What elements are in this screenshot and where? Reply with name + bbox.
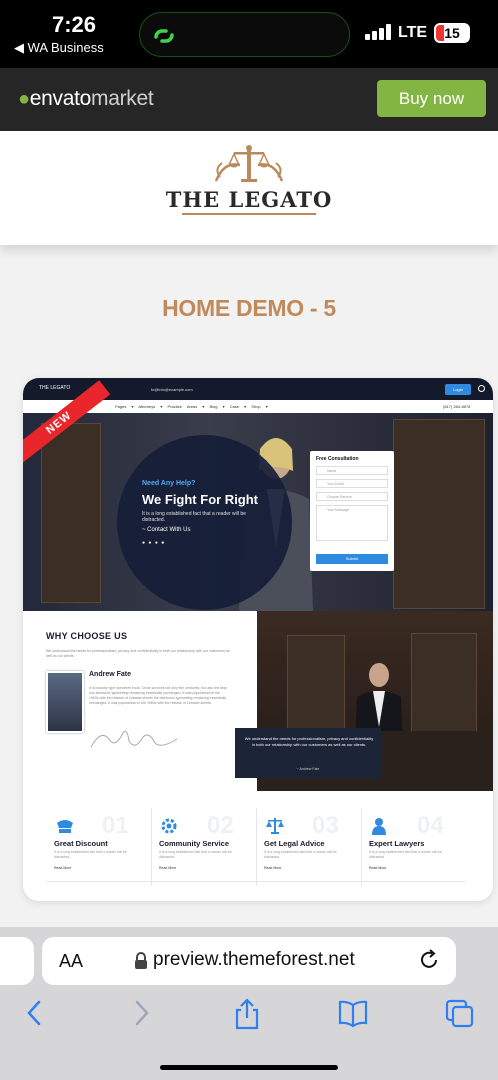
feature-number: 04	[417, 812, 444, 839]
testimonial-box: We understand the needs for professional…	[235, 728, 381, 778]
previous-tab-preview[interactable]	[0, 937, 34, 985]
preview-hero: Need Any Help? We Fight For Right It is …	[23, 413, 493, 611]
battery-icon: 15	[434, 23, 470, 43]
reader-settings-button[interactable]: AA	[59, 951, 83, 972]
forward-icon[interactable]	[132, 998, 152, 1028]
feature-number: 01	[102, 812, 129, 839]
features-bottom-rule	[46, 881, 466, 882]
tabs-icon[interactable]	[444, 998, 474, 1028]
logo-underline	[182, 213, 316, 215]
demo-preview-card[interactable]: THE LEGATO fo@info@example.com Login Pag…	[23, 378, 493, 901]
testimonial-text: We understand the needs for professional…	[244, 736, 374, 747]
attorney-bio: It is industry type specimen book. Close…	[89, 686, 227, 705]
hero-slider-dots: ● ● ● ●	[142, 540, 166, 546]
feature-title: Great Discount	[54, 839, 108, 848]
form-submit-button: Submit	[316, 554, 388, 564]
preview-logo: THE LEGATO	[39, 385, 71, 391]
theme-logo-header: THE LEGATO	[0, 131, 498, 245]
battery-level: 15	[444, 25, 460, 41]
url-text[interactable]: preview.themeforest.net	[153, 949, 355, 971]
why-text: We understand the needs for professional…	[46, 649, 230, 658]
preview-email: fo@info@example.com	[151, 387, 193, 392]
feature-card-4: 04 Expert Lawyers It is a long establish…	[361, 808, 466, 870]
scales-icon	[266, 818, 284, 834]
hero-cta: ~ Contact With Us	[142, 527, 191, 533]
testimonial-author: ~ Andrew Fate	[296, 767, 320, 771]
form-email-field: Your Email	[316, 479, 388, 488]
share-icon[interactable]	[233, 998, 261, 1030]
gear-icon	[161, 818, 177, 834]
feature-card-2: 02 Community Service It is a long establ…	[151, 808, 256, 870]
feature-read-more: Read More	[54, 866, 72, 870]
lawyer-icon	[372, 818, 386, 835]
feature-text: It is a long established fact that a rea…	[264, 850, 337, 859]
hero-text: It is a long established fact that a rea…	[142, 511, 246, 523]
preview-login-button: Login	[445, 384, 471, 395]
reload-icon[interactable]	[418, 949, 440, 971]
feature-number: 03	[312, 812, 339, 839]
why-choose-section: WHY CHOOSE US We understand the needs fo…	[23, 611, 257, 791]
form-message-field: Your Message	[316, 505, 388, 541]
hero-heading: We Fight For Right	[142, 492, 259, 507]
feature-title: Community Service	[159, 839, 230, 848]
leaf-icon: ●	[18, 88, 30, 110]
why-heading: WHY CHOOSE US	[46, 631, 128, 641]
preview-phone: (817) 284-5678	[443, 404, 471, 409]
back-to-app-link[interactable]: ◀ WA Business	[14, 40, 104, 56]
form-title: Free Consultation	[316, 456, 359, 462]
brand-sub: market	[91, 87, 154, 110]
preview-menu: Pages ▾ Attorneys ▾ Practice Areas ▾ Blo…	[115, 404, 268, 409]
buy-now-button[interactable]: Buy now	[377, 80, 486, 117]
link-icon	[154, 29, 174, 43]
hero-eyebrow: Need Any Help?	[142, 480, 196, 487]
network-label: LTE	[398, 24, 428, 41]
lock-icon	[135, 952, 147, 969]
feature-title: Expert Lawyers	[369, 839, 425, 848]
attorney-avatar	[46, 671, 84, 733]
attorney-name: Andrew Fate	[89, 671, 132, 678]
dynamic-island[interactable]	[139, 12, 350, 57]
home-indicator[interactable]	[160, 1065, 338, 1070]
police-cap-icon	[57, 820, 73, 833]
scales-of-justice-icon	[214, 145, 284, 182]
back-icon[interactable]	[24, 998, 44, 1028]
consultation-form: Free Consultation Name Your Email Choose…	[310, 451, 394, 571]
feature-read-more: Read More	[369, 866, 387, 870]
bookmarks-icon[interactable]	[337, 998, 369, 1028]
demo-title: HOME DEMO - 5	[162, 295, 336, 321]
envato-logo[interactable]: ●envatomarket	[18, 87, 154, 111]
feature-text: It is a long established fact that a rea…	[54, 850, 127, 859]
form-name-field: Name	[316, 466, 388, 475]
signal-icon	[365, 24, 391, 40]
status-bar: 7:26 ◀ WA Business LTE 15	[0, 0, 498, 68]
feature-text: It is a long established fact that a rea…	[159, 850, 232, 859]
address-bar[interactable]: AA preview.themeforest.net	[42, 937, 456, 985]
feature-read-more: Read More	[159, 866, 177, 870]
feature-title: Get Legal Advice	[264, 839, 325, 848]
feature-number: 02	[207, 812, 234, 839]
feature-text: It is a long established fact that a rea…	[369, 850, 442, 859]
feature-read-more: Read More	[264, 866, 282, 870]
brand-main: envato	[29, 87, 92, 110]
logo-wordmark: THE LEGATO	[165, 187, 333, 212]
bookshelf-right	[393, 419, 485, 609]
feature-card-1: 01 Great Discount It is a long establish…	[46, 808, 151, 870]
signature-image	[90, 730, 178, 748]
search-icon	[478, 385, 485, 392]
status-time: 7:26	[52, 12, 97, 37]
form-service-select: Choose Service	[316, 492, 388, 501]
feature-card-3: 03 Get Legal Advice It is a long establi…	[256, 808, 361, 870]
bookshelf-left	[41, 423, 101, 603]
